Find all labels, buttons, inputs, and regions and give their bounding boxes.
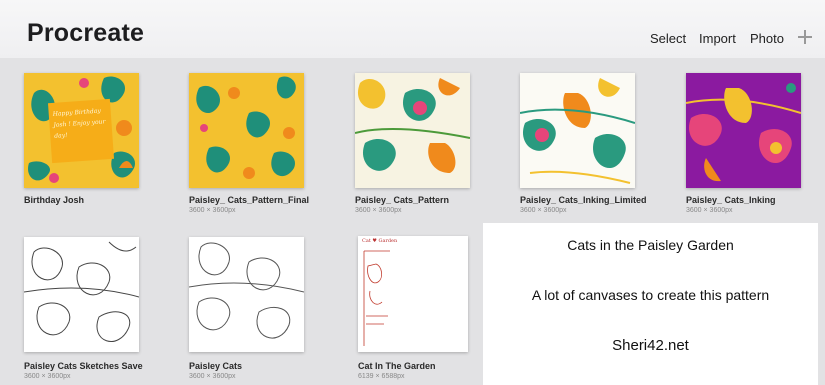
artwork-dimensions: 3600 × 3600px xyxy=(24,373,71,380)
artwork-dimensions: 3600 × 3600px xyxy=(520,207,567,214)
artwork-dimensions: 6139 × 6588px xyxy=(358,373,405,380)
artwork-title: Birthday Josh xyxy=(24,195,85,205)
artwork-title: Paisley_ Cats_Pattern xyxy=(355,195,450,205)
overlay-title: Cats in the Paisley Garden xyxy=(567,237,734,253)
artwork-dimensions: 3600 × 3600px xyxy=(189,373,236,380)
artwork-title: Paisley_ Cats_Inking xyxy=(686,195,776,205)
artwork-title: Paisley Cats Sketches Save xyxy=(24,361,143,371)
paisley-pattern-art xyxy=(355,78,470,173)
line-sketch-art xyxy=(189,242,304,339)
import-button[interactable]: Import xyxy=(699,31,736,46)
artwork-title: Cat In The Garden xyxy=(358,361,436,371)
artwork-thumbnail-cat-in-the-garden[interactable]: Cat ♥ Garden xyxy=(358,236,468,352)
overlay-website: Sheri42.net xyxy=(612,337,689,354)
paisley-pattern-art xyxy=(196,76,296,179)
artwork-thumbnail-birthday-josh[interactable]: Happy Birthday Josh ! Enjoy your day! xyxy=(24,73,139,188)
artwork-title: Paisley Cats xyxy=(189,361,243,371)
artwork-thumbnail-sketches-save[interactable] xyxy=(24,237,139,352)
overlay-subtitle: A lot of canvases to create this pattern xyxy=(531,287,770,303)
cat-sketch-art xyxy=(363,250,390,346)
artwork-dimensions: 3600 × 3600px xyxy=(355,207,402,214)
app-title: Procreate xyxy=(27,19,145,47)
artwork-thumbnail-pattern[interactable] xyxy=(355,73,470,188)
caption-overlay: Cats in the Paisley Garden A lot of canv… xyxy=(483,223,818,385)
artwork-thumbnail-pattern-final[interactable] xyxy=(189,73,304,188)
top-bar: Procreate Select Import Photo xyxy=(0,0,825,58)
paisley-pattern-art xyxy=(686,83,801,182)
photo-button[interactable]: Photo xyxy=(750,31,784,46)
artwork-dimensions: 3600 × 3600px xyxy=(686,207,733,214)
paisley-pattern-art xyxy=(520,78,635,184)
artwork-dimensions: 3600 × 3600px xyxy=(189,207,236,214)
plus-icon[interactable] xyxy=(798,30,812,44)
artwork-thumbnail-inking-limited[interactable] xyxy=(520,73,635,188)
birthday-message: Happy Birthday Josh ! Enjoy your day! xyxy=(47,98,115,164)
select-button[interactable]: Select xyxy=(650,31,686,46)
line-sketch-art xyxy=(24,241,139,342)
artwork-thumbnail-paisley-cats[interactable] xyxy=(189,237,304,352)
artwork-thumbnail-inking[interactable] xyxy=(686,73,801,188)
artwork-title: Paisley_ Cats_Inking_Limited xyxy=(520,195,647,205)
artwork-title: Paisley_ Cats_Pattern_Final xyxy=(189,195,310,205)
